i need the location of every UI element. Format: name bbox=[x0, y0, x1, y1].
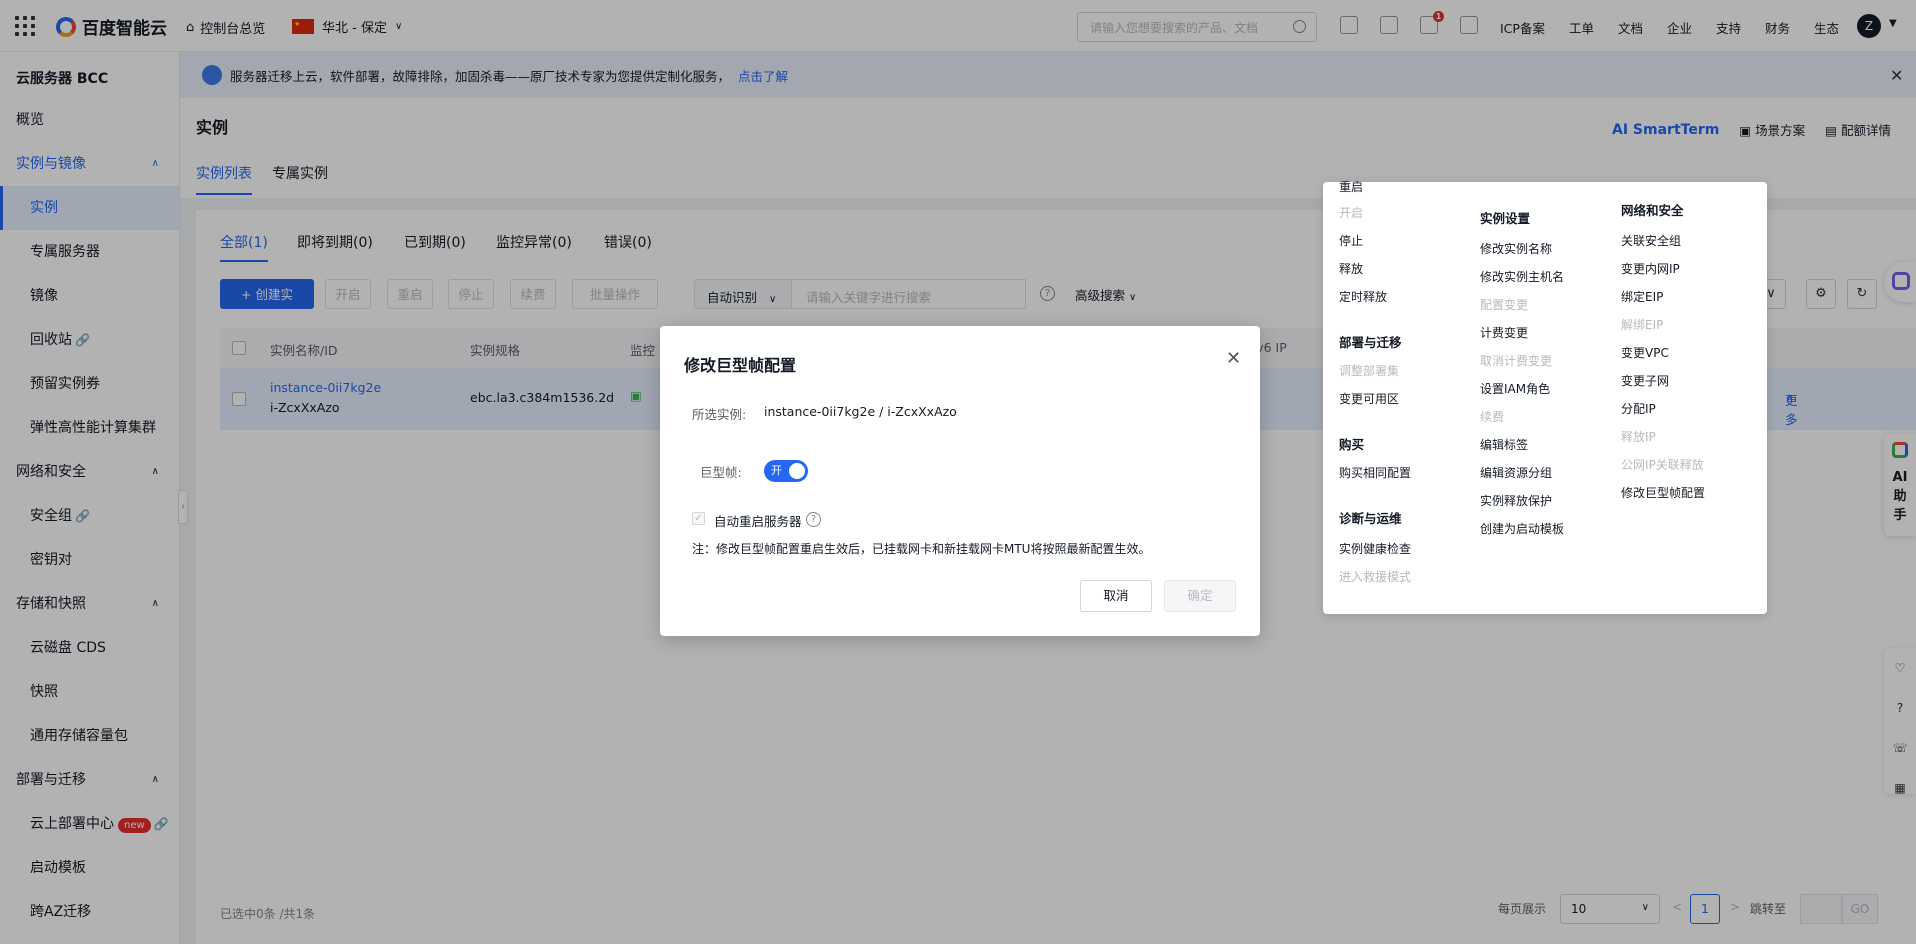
jumbo-frame-toggle[interactable]: 开 bbox=[764, 460, 808, 482]
menu-heading-instance-settings: 实例设置 bbox=[1480, 211, 1531, 226]
close-icon[interactable]: ✕ bbox=[1226, 348, 1241, 369]
menu-bind-eip[interactable]: 绑定EIP bbox=[1621, 288, 1663, 305]
menu-adjust-deployset[interactable]: 调整部署集 bbox=[1339, 362, 1399, 379]
menu-rescue-mode[interactable]: 进入救援模式 bbox=[1339, 568, 1411, 585]
menu-change-subnet[interactable]: 变更子网 bbox=[1621, 372, 1669, 389]
menu-stop[interactable]: 停止 bbox=[1339, 232, 1363, 249]
menu-iam-role[interactable]: 设置IAM角色 bbox=[1480, 380, 1550, 397]
menu-jumbo-frame[interactable]: 修改巨型帧配置 bbox=[1621, 484, 1705, 501]
menu-cancel-billing[interactable]: 取消计费变更 bbox=[1480, 352, 1552, 369]
menu-change-vpc[interactable]: 变更VPC bbox=[1621, 344, 1669, 361]
menu-health-check[interactable]: 实例健康检查 bbox=[1339, 540, 1411, 557]
confirm-button[interactable]: 确定 bbox=[1164, 580, 1236, 612]
menu-heading-diagnose: 诊断与运维 bbox=[1339, 511, 1402, 526]
dialog-note: 注：修改巨型帧配置重启生效后，已挂载网卡和新挂载网卡MTU将按照最新配置生效。 bbox=[692, 542, 1151, 556]
menu-start[interactable]: 开启 bbox=[1339, 204, 1363, 221]
menu-heading-network: 网络和安全 bbox=[1621, 203, 1684, 218]
menu-create-template[interactable]: 创建为启动模板 bbox=[1480, 520, 1564, 537]
jumbo-frame-dialog: 修改巨型帧配置 ✕ 所选实例: instance-0ii7kg2e / i-Zc… bbox=[660, 326, 1260, 636]
menu-buy-same[interactable]: 购买相同配置 bbox=[1339, 464, 1411, 481]
help-icon[interactable]: ? bbox=[806, 512, 821, 527]
toggle-text: 开 bbox=[771, 464, 782, 477]
menu-release-ip[interactable]: 释放IP bbox=[1621, 428, 1656, 445]
auto-restart-checkbox[interactable]: ✓ bbox=[692, 512, 705, 525]
cancel-button[interactable]: 取消 bbox=[1080, 580, 1152, 612]
menu-scheduled-release[interactable]: 定时释放 bbox=[1339, 288, 1387, 305]
more-actions-dropdown: 重启 开启 停止 释放 定时释放 部署与迁移 调整部署集 变更可用区 购买 购买… bbox=[1323, 180, 1767, 614]
menu-billing-change[interactable]: 计费变更 bbox=[1480, 324, 1528, 341]
jumbo-label: 巨型帧: bbox=[700, 465, 742, 480]
menu-rename[interactable]: 修改实例名称 bbox=[1480, 240, 1552, 257]
menu-rename-host[interactable]: 修改实例主机名 bbox=[1480, 268, 1564, 285]
menu-change-az[interactable]: 变更可用区 bbox=[1339, 390, 1399, 407]
instance-label: 所选实例: bbox=[692, 407, 747, 422]
menu-renew[interactable]: 续费 bbox=[1480, 408, 1504, 425]
menu-assign-ip[interactable]: 分配IP bbox=[1621, 400, 1656, 417]
menu-change-private-ip[interactable]: 变更内网IP bbox=[1621, 260, 1680, 277]
menu-resize[interactable]: 配置变更 bbox=[1480, 296, 1528, 313]
menu-edit-tags[interactable]: 编辑标签 bbox=[1480, 436, 1528, 453]
menu-public-ip-release[interactable]: 公网IP关联释放 bbox=[1621, 456, 1704, 473]
menu-restart[interactable]: 重启 bbox=[1339, 178, 1363, 195]
menu-unbind-eip[interactable]: 解绑EIP bbox=[1621, 316, 1663, 333]
dialog-title: 修改巨型帧配置 bbox=[684, 356, 797, 375]
menu-heading-deploy: 部署与迁移 bbox=[1339, 335, 1402, 350]
instance-value: instance-0ii7kg2e / i-ZcxXxAzo bbox=[764, 404, 957, 419]
menu-release-protection[interactable]: 实例释放保护 bbox=[1480, 492, 1552, 509]
menu-bind-sg[interactable]: 关联安全组 bbox=[1621, 232, 1681, 249]
menu-release[interactable]: 释放 bbox=[1339, 260, 1363, 277]
menu-edit-resource-group[interactable]: 编辑资源分组 bbox=[1480, 464, 1552, 481]
auto-restart-label: 自动重启服务器 bbox=[714, 514, 802, 529]
menu-heading-buy: 购买 bbox=[1339, 437, 1365, 452]
